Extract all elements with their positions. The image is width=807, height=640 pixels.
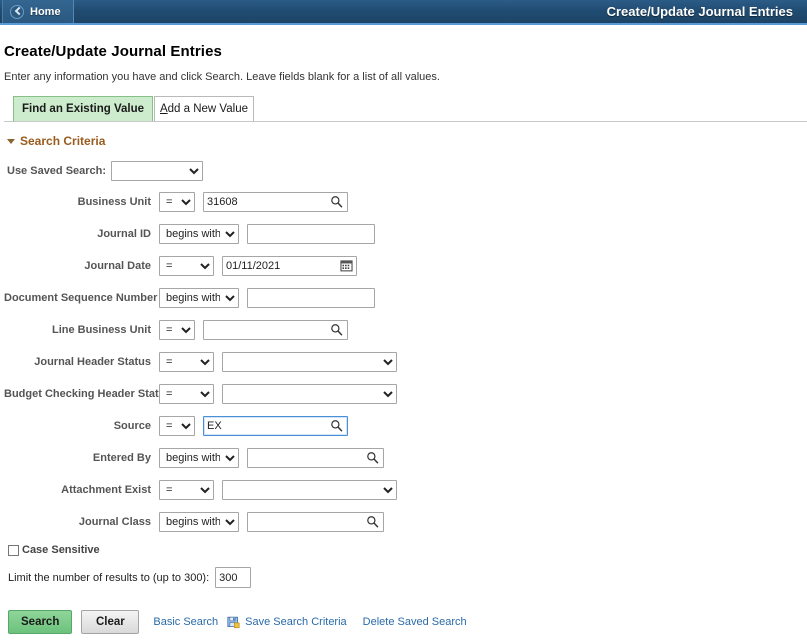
operator-select[interactable]: =begins with: [159, 192, 195, 212]
search-field-row: Journal Date =begins with: [4, 256, 807, 276]
field-label: Attachment Exist: [61, 484, 151, 496]
magnifier-icon[interactable]: [330, 419, 343, 432]
tab-strip: Find an Existing Value Add a New Value: [4, 96, 807, 122]
operator-select[interactable]: =begins with: [159, 448, 239, 468]
field-value-input[interactable]: [247, 448, 384, 468]
page-body: Create/Update Journal Entries Enter any …: [0, 43, 807, 634]
field-label: Journal Date: [84, 260, 151, 272]
field-value-select[interactable]: [222, 480, 397, 500]
field-label: Budget Checking Header Status: [4, 388, 172, 400]
field-label: Journal ID: [97, 228, 151, 240]
field-value-select[interactable]: [222, 352, 397, 372]
field-value-input[interactable]: [203, 192, 348, 212]
field-label: Line Business Unit: [51, 324, 151, 336]
field-value-wrap: [222, 480, 397, 500]
field-value-wrap: [247, 512, 384, 532]
field-value-input[interactable]: [247, 224, 375, 244]
operator-select[interactable]: =begins with: [159, 224, 239, 244]
field-value-wrap: [247, 448, 384, 468]
limit-results-input[interactable]: [215, 567, 252, 588]
use-saved-search-row: Use Saved Search:: [7, 161, 807, 181]
collapse-triangle-icon: [7, 138, 15, 144]
operator-select[interactable]: =begins with: [159, 320, 195, 340]
field-value-input[interactable]: [203, 416, 348, 436]
search-criteria-fields: Business Unit =begins with Journal ID =begi…: [4, 192, 807, 532]
field-value-wrap: [222, 256, 357, 276]
search-criteria-label: Search Criteria: [20, 134, 106, 148]
operator-select[interactable]: =begins with: [159, 416, 195, 436]
search-button[interactable]: Search: [8, 610, 73, 634]
delete-saved-search-link[interactable]: Delete Saved Search: [363, 616, 467, 628]
use-saved-search-label: Use Saved Search:: [7, 165, 107, 177]
search-field-row: Line Business Unit =begins with: [4, 320, 807, 340]
operator-select[interactable]: =begins with: [159, 352, 214, 372]
field-label: Journal Class: [78, 516, 151, 528]
case-sensitive-label: Case Sensitive: [22, 544, 100, 556]
field-value-input[interactable]: [222, 256, 357, 276]
limit-results-row: Limit the number of results to (up to 30…: [8, 567, 807, 588]
search-field-row: Business Unit =begins with: [4, 192, 807, 212]
tab-find-an-existing-value[interactable]: Find an Existing Value: [13, 96, 153, 121]
search-field-row: Journal Class =begins with: [4, 512, 807, 532]
field-value-wrap: [203, 416, 348, 436]
field-value-input[interactable]: [247, 288, 375, 308]
use-saved-search-select[interactable]: [111, 161, 204, 181]
home-button[interactable]: Home: [2, 0, 74, 23]
field-value-wrap: [203, 192, 348, 212]
search-field-row: Entered By =begins with: [4, 448, 807, 468]
limit-results-label: Limit the number of results to (up to 30…: [8, 571, 210, 584]
search-field-row: Journal Header Status =begins with: [4, 352, 807, 372]
clear-button[interactable]: Clear: [81, 610, 140, 634]
calendar-icon[interactable]: [340, 259, 353, 272]
field-label: Document Sequence Number: [4, 292, 158, 304]
field-value-select[interactable]: [222, 384, 397, 404]
case-sensitive-row: Case Sensitive: [8, 544, 807, 556]
field-value-input[interactable]: [247, 512, 384, 532]
field-value-wrap: [203, 320, 348, 340]
home-button-label: Home: [30, 5, 61, 18]
field-value-input[interactable]: [203, 320, 348, 340]
tab-add-label-rest: dd a New Value: [167, 103, 248, 115]
operator-select[interactable]: =begins with: [159, 288, 239, 308]
action-row: Search Clear Basic Search Save Search Cr…: [8, 610, 807, 634]
search-field-row: Attachment Exist =begins with: [4, 480, 807, 500]
tab-add-a-new-value[interactable]: Add a New Value: [154, 96, 254, 121]
search-field-row: Budget Checking Header Status=begins wit…: [4, 384, 807, 404]
field-label: Source: [113, 420, 151, 432]
magnifier-icon[interactable]: [366, 515, 379, 528]
search-field-row: Source =begins with: [4, 416, 807, 436]
page-title: Create/Update Journal Entries: [4, 43, 222, 60]
case-sensitive-checkbox[interactable]: [8, 544, 19, 556]
search-criteria-section-header[interactable]: Search Criteria: [7, 134, 157, 148]
field-value-wrap: [247, 288, 375, 308]
operator-select[interactable]: =begins with: [159, 256, 214, 276]
magnifier-icon[interactable]: [330, 323, 343, 336]
operator-select[interactable]: =begins with: [159, 512, 239, 532]
field-value-wrap: [247, 224, 375, 244]
magnifier-icon[interactable]: [366, 451, 379, 464]
magnifier-icon[interactable]: [330, 195, 343, 208]
save-disk-icon: [227, 616, 240, 628]
field-label: Journal Header Status: [34, 356, 151, 368]
page-instructions: Enter any information you have and click…: [4, 71, 440, 83]
app-header: Home Create/Update Journal Entries: [0, 0, 807, 25]
search-field-row: Journal ID =begins with: [4, 224, 807, 244]
field-value-wrap: [222, 384, 397, 404]
header-title: Create/Update Journal Entries: [606, 4, 793, 19]
tab-add-accesskey: A: [159, 103, 168, 115]
search-field-row: Document Sequence Number=begins with: [4, 288, 807, 308]
save-search-criteria-link[interactable]: Save Search Criteria: [245, 616, 347, 628]
basic-search-link[interactable]: Basic Search: [153, 616, 218, 628]
operator-select[interactable]: =begins with: [159, 480, 214, 500]
field-label: Business Unit: [77, 196, 151, 208]
field-value-wrap: [222, 352, 397, 372]
field-label: Entered By: [92, 452, 151, 464]
back-chevron-icon: [10, 4, 24, 19]
operator-select[interactable]: =begins with: [159, 384, 214, 404]
